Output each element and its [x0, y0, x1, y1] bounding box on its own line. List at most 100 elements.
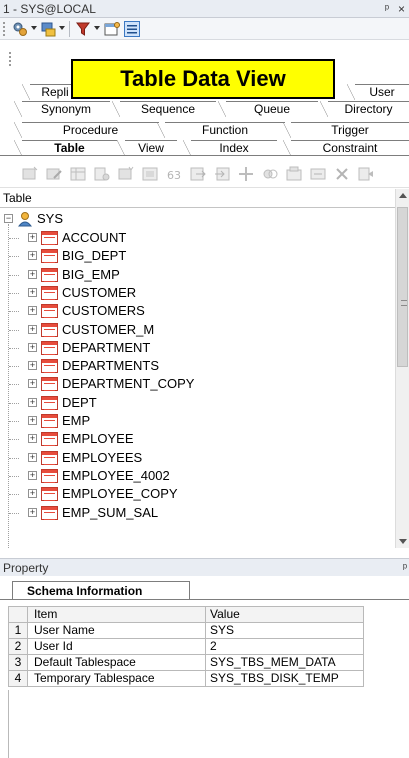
gear-cluster-icon[interactable]	[12, 21, 28, 37]
column-header-item[interactable]: Item	[27, 606, 206, 623]
panel-title-bar: 1 - SYS@LOCAL ᵖ ×	[0, 0, 409, 18]
table-name-label: DEPARTMENT	[62, 339, 151, 355]
pin-icon[interactable]: ᵖ	[403, 559, 407, 577]
refresh-icon[interactable]	[358, 166, 374, 182]
table-row[interactable]: 2 User Id 2	[8, 638, 364, 655]
expand-icon[interactable]: +	[28, 470, 37, 480]
edit-table-icon[interactable]	[46, 166, 62, 182]
chevron-down-icon[interactable]	[59, 26, 65, 30]
tree-scrollbar[interactable]	[395, 189, 409, 548]
filter-icon[interactable]	[75, 21, 91, 37]
export-icon[interactable]	[190, 166, 206, 182]
chevron-down-icon[interactable]	[31, 26, 37, 30]
properties-icon[interactable]	[104, 21, 120, 37]
chevron-down-icon[interactable]	[94, 26, 100, 30]
scroll-down-icon[interactable]	[399, 539, 407, 544]
main-toolbar	[0, 18, 409, 40]
expand-icon[interactable]: +	[28, 233, 37, 242]
move-icon[interactable]	[238, 166, 254, 182]
tab-procedure[interactable]: Procedure	[14, 122, 159, 138]
tab-synonym[interactable]: Synonym	[14, 101, 110, 117]
tree-guide-line	[9, 274, 19, 276]
tab-table[interactable]: Table	[14, 140, 117, 156]
value-cell[interactable]: 2	[205, 638, 364, 655]
tree-guide-line	[9, 347, 19, 349]
table-icon	[41, 377, 58, 392]
expand-icon[interactable]: +	[28, 507, 37, 517]
expand-icon[interactable]: +	[28, 452, 37, 462]
list-view-icon[interactable]	[124, 21, 140, 37]
expand-icon[interactable]: +	[28, 269, 37, 279]
table-name-label: EMPLOYEES	[62, 449, 143, 465]
expand-icon[interactable]: +	[28, 251, 37, 261]
table-data-view-banner: Table Data View	[71, 59, 335, 99]
item-cell[interactable]: User Id	[27, 638, 206, 655]
table-row[interactable]: 4 Temporary Tablespace SYS_TBS_DISK_TEMP	[8, 670, 364, 687]
rename-icon[interactable]	[310, 166, 326, 182]
table-icon	[41, 267, 58, 282]
pin-icon[interactable]: ᵖ	[385, 0, 389, 18]
tab-constraint[interactable]: Constraint	[283, 140, 409, 156]
expand-icon[interactable]: +	[28, 397, 37, 407]
tab-user[interactable]: User	[347, 84, 409, 100]
table-row[interactable]: 3 Default Tablespace SYS_TBS_MEM_DATA	[8, 654, 364, 671]
table-name-label: EMPLOYEE_COPY	[62, 486, 178, 502]
scroll-thumb[interactable]	[397, 207, 408, 367]
expand-icon[interactable]: +	[28, 379, 37, 389]
tab-function[interactable]: Function	[157, 122, 285, 138]
expand-icon[interactable]: +	[28, 342, 37, 352]
table-data-icon[interactable]	[70, 166, 86, 182]
tree-guide-line	[8, 224, 9, 548]
tree-guide-line	[9, 292, 19, 294]
tab-sequence[interactable]: Sequence	[112, 101, 216, 117]
tab-trigger[interactable]: Trigger	[283, 122, 409, 138]
delete-icon[interactable]	[334, 166, 350, 182]
tab-directory[interactable]: Directory	[320, 101, 409, 117]
tab-index[interactable]: Index	[183, 140, 277, 156]
row-number: 4	[8, 670, 28, 687]
expand-icon[interactable]: +	[28, 489, 37, 499]
compile-icon[interactable]	[142, 166, 158, 182]
tab-schema-information[interactable]: Schema Information	[12, 581, 190, 600]
scroll-up-icon[interactable]	[399, 193, 407, 198]
table-icon	[41, 432, 58, 447]
value-cell[interactable]: SYS_TBS_MEM_DATA	[205, 654, 364, 671]
import-icon[interactable]	[214, 166, 230, 182]
truncate-icon[interactable]	[286, 166, 302, 182]
table-name-label: BIG_DEPT	[62, 248, 127, 264]
toolbar-grip-icon[interactable]	[3, 22, 5, 36]
value-cell[interactable]: SYS	[205, 622, 364, 639]
tree-guide-line	[9, 329, 19, 331]
new-table-icon[interactable]	[22, 166, 38, 182]
toolbar-grip-icon[interactable]	[9, 52, 11, 66]
expand-icon[interactable]: +	[28, 324, 37, 334]
schema-user-icon	[17, 212, 33, 227]
index-icon[interactable]	[118, 166, 134, 182]
expand-icon[interactable]: +	[28, 416, 37, 425]
table-icon	[41, 285, 58, 300]
expand-icon[interactable]: +	[28, 434, 37, 444]
grant-icon[interactable]	[94, 166, 110, 182]
close-icon[interactable]: ×	[398, 0, 405, 18]
collapse-icon[interactable]: −	[4, 214, 13, 223]
expand-icon[interactable]: +	[28, 361, 37, 371]
column-header-value[interactable]: Value	[205, 606, 364, 623]
connect-db-icon[interactable]	[40, 21, 56, 37]
value-cell[interactable]: SYS_TBS_DISK_TEMP	[205, 670, 364, 687]
table-icon	[41, 395, 58, 410]
tree-guide-line	[9, 421, 19, 422]
item-cell[interactable]: Temporary Tablespace	[27, 670, 206, 687]
tab-queue[interactable]: Queue	[218, 101, 318, 117]
table-row[interactable]: 1 User Name SYS	[8, 622, 364, 639]
table-name-label: DEPT	[62, 394, 97, 410]
compare-icon[interactable]	[262, 166, 278, 182]
expand-icon[interactable]: +	[28, 287, 37, 297]
statistics-icon[interactable]: 63	[166, 166, 182, 182]
tab-view[interactable]: View	[117, 140, 177, 156]
table-icon	[41, 231, 58, 245]
table-icon	[41, 468, 58, 483]
item-cell[interactable]: Default Tablespace	[27, 654, 206, 671]
item-cell[interactable]: User Name	[27, 622, 206, 639]
expand-icon[interactable]: +	[28, 306, 37, 316]
toolbar-separator	[69, 21, 70, 37]
